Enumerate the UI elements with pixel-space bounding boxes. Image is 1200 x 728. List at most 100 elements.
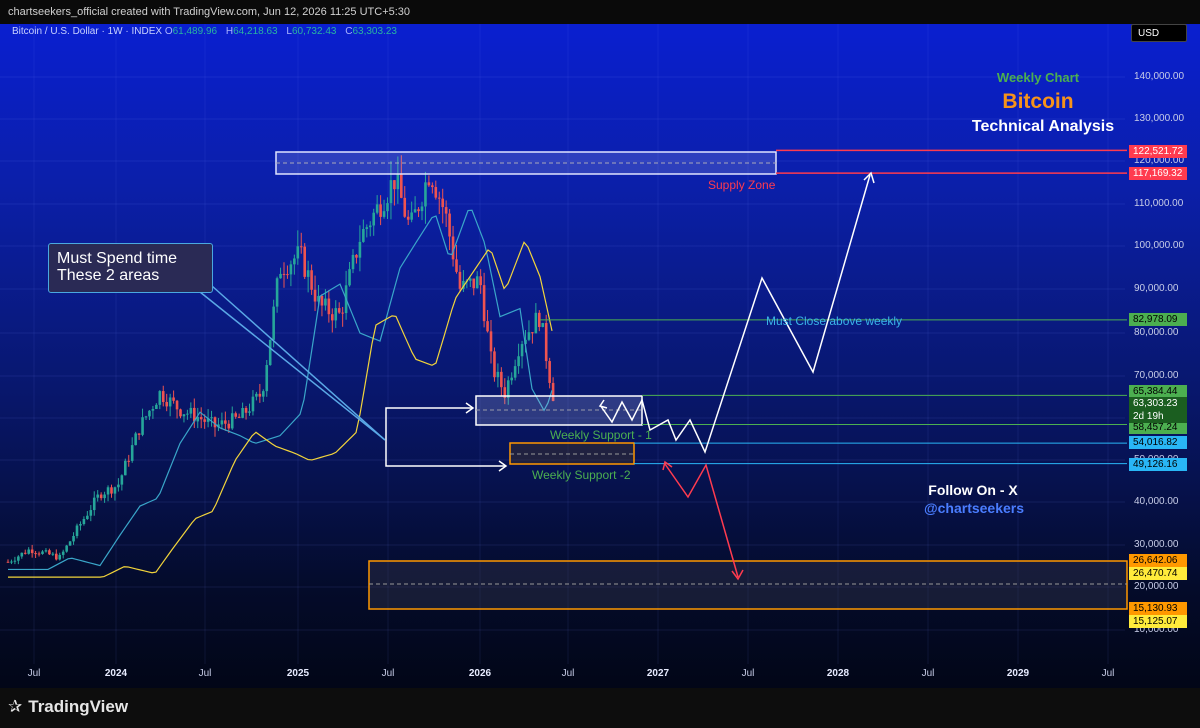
price-tag: 49,126.16 (1129, 458, 1187, 471)
candle-body (306, 270, 310, 277)
x-tick-label: 2027 (646, 668, 670, 679)
y-tick-label: 140,000.00 (1134, 71, 1185, 82)
candle-body (262, 391, 265, 397)
candle-body (17, 556, 20, 561)
weekly-chart-title: Weekly Chart (996, 70, 1080, 85)
candle-body (210, 417, 213, 419)
candle-body (272, 306, 275, 340)
candle-body (486, 321, 489, 332)
callout-line-1: Must Spend time (57, 250, 178, 267)
candle-body (155, 404, 158, 410)
candle-body (348, 269, 351, 286)
open-value: 61,489.96 (172, 26, 218, 37)
candle-body (110, 487, 113, 494)
candle-body (475, 276, 479, 289)
candle-body (500, 371, 503, 388)
candle-body (268, 339, 272, 366)
candle-body (151, 409, 155, 411)
currency-button[interactable]: USD (1131, 24, 1187, 42)
candle-body (258, 393, 262, 397)
candle-body (275, 278, 279, 307)
tradingview-logo[interactable]: ✰ TradingView (8, 697, 128, 717)
candle-body (113, 487, 117, 494)
candle-body (172, 397, 175, 401)
candle-body (375, 204, 379, 213)
candle-body (279, 273, 282, 279)
projection-path-down (664, 463, 739, 578)
candle-body (331, 314, 334, 321)
candle-body (396, 173, 400, 190)
candle-body (434, 187, 438, 198)
candle-body (351, 254, 355, 270)
x-tick-label: 2026 (468, 668, 492, 679)
candle-body (41, 551, 44, 554)
candle-body (400, 173, 403, 198)
candle-body (48, 550, 51, 555)
candle-body (393, 180, 396, 190)
y-tick-label: 40,000.00 (1134, 496, 1179, 507)
y-tick-label: 80,000.00 (1134, 327, 1179, 338)
candle-body (158, 391, 162, 405)
candle-body (106, 487, 110, 495)
price-tag: 117,169.32 (1129, 167, 1187, 180)
candle-body (417, 209, 420, 212)
candle-body (382, 211, 386, 217)
supply-zone-label: Supply Zone (708, 178, 776, 192)
candle-body (248, 411, 251, 413)
candle-body (531, 332, 534, 334)
candle-body (168, 397, 172, 407)
candle-body (65, 545, 68, 552)
candle-body (469, 278, 472, 281)
candle-body (72, 535, 75, 542)
candle-body (293, 258, 296, 265)
price-tag: 15,130.93 (1129, 602, 1187, 615)
candle-body (427, 182, 431, 186)
candle-body (534, 312, 538, 334)
must-close-label: Must Close above weekly (766, 314, 903, 328)
candle-body (130, 445, 134, 461)
candle-body (186, 413, 189, 415)
candle-body (496, 371, 500, 378)
candle-body (296, 246, 300, 259)
candle-body (372, 212, 375, 226)
candle-body (230, 413, 234, 429)
candle-body (320, 295, 324, 306)
candle-body (479, 276, 482, 286)
candle-body (458, 271, 462, 289)
candle-body (86, 515, 89, 520)
handle-text: @chartseekers (923, 500, 1025, 516)
price-tag: 15,125.07 (1129, 615, 1187, 628)
candle-body (489, 331, 493, 352)
candle-body (203, 419, 206, 422)
x-tick-label: Jul (1101, 668, 1115, 679)
candle-body (482, 285, 486, 322)
candle-body (520, 344, 524, 357)
close-value: 63,303.23 (352, 26, 397, 37)
y-tick-label: 30,000.00 (1134, 539, 1179, 550)
candle-body (99, 494, 103, 499)
candle-body (355, 254, 358, 258)
candle-body (431, 185, 434, 188)
demand-zone-box (368, 560, 1128, 610)
candle-body (227, 423, 231, 429)
weekly-support-2-label: Weekly Support -2 (532, 468, 631, 482)
x-tick-label: 2025 (286, 668, 310, 679)
candle-body (241, 407, 244, 418)
candle-body (368, 225, 372, 228)
x-tick-label: Jul (561, 668, 575, 679)
candle-body (96, 494, 99, 498)
candle-body (548, 361, 551, 383)
candle-body (117, 484, 120, 488)
candle-body (124, 460, 127, 476)
candle-body (386, 203, 389, 212)
candle-body (358, 241, 362, 258)
y-tick-label: 70,000.00 (1134, 370, 1179, 381)
candle-body (437, 197, 441, 199)
price-tag: 122,521.72 (1129, 145, 1187, 158)
candle-body (6, 561, 10, 563)
price-tag: 82,978.09 (1129, 313, 1187, 326)
candle-body (389, 180, 393, 204)
y-tick-label: 130,000.00 (1134, 113, 1185, 124)
candle-body (362, 228, 365, 242)
high-value: 64,218.63 (233, 26, 278, 37)
